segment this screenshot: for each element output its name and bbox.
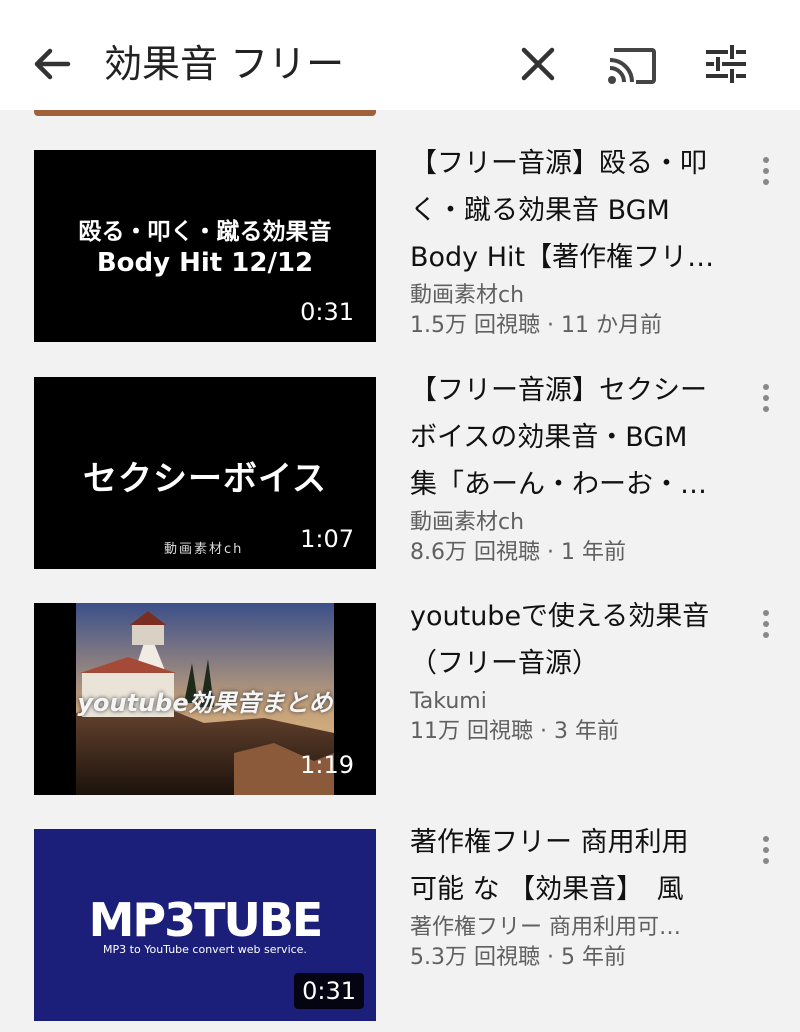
video-title[interactable]: Body Hit【著作権フリ… — [410, 234, 740, 281]
thumbnail-brand: 動画素材ch — [164, 542, 244, 557]
channel-name: 動画素材ch — [410, 510, 525, 535]
video-stats: 8.6万 回視聴 · 1 年前 — [410, 540, 626, 565]
more-options-icon[interactable] — [756, 607, 776, 643]
thumbnail-text: Body Hit 12/12 — [96, 248, 314, 278]
video-title[interactable]: （フリー音源） — [410, 640, 740, 687]
video-title[interactable]: 【フリー音源】セクシー — [410, 367, 740, 414]
video-stats: 1.5万 回視聴 · 11 か月前 — [410, 313, 662, 338]
video-title[interactable]: 【フリー音源】殴る・叩 — [410, 140, 740, 187]
thumbnail-logo-text: MP3TUBE — [88, 893, 324, 947]
video-result[interactable]: 殴る・叩く・蹴る効果音 Body Hit 12/12 0:31 【フリー音源】殴… — [0, 148, 800, 346]
channel-name: 著作権フリー 商用利用可… — [410, 915, 681, 940]
channel-name: 動画素材ch — [410, 283, 525, 308]
duration-badge: 0:31 — [300, 298, 354, 326]
duration-badge: 1:19 — [300, 751, 354, 779]
video-thumbnail[interactable]: セクシーボイス 動画素材ch 1:07 — [34, 377, 376, 569]
arrow-left-icon[interactable] — [28, 40, 76, 88]
video-stats: 11万 回視聴 · 3 年前 — [410, 719, 619, 744]
thumbnail-tagline: MP3 to YouTube convert web service. — [103, 943, 307, 956]
video-title[interactable]: 可能 な 【効果音】 風 — [410, 866, 740, 913]
filter-sliders-icon[interactable] — [702, 42, 750, 86]
video-result[interactable]: youtube効果音まとめ 1:19 youtubeで使える効果音 （フリー音源… — [0, 601, 800, 799]
video-title[interactable]: ボイスの効果音・BGM — [410, 414, 740, 461]
thumbnail-text: セクシーボイス — [83, 459, 327, 499]
thumbnail-text: youtube効果音まとめ — [77, 689, 333, 717]
video-result[interactable]: MP3TUBE MP3 to YouTube convert web servi… — [0, 827, 800, 1025]
thumbnail-text: 殴る・叩く・蹴る効果音 — [78, 219, 332, 245]
video-title[interactable]: 集「あーん・わーお・… — [410, 461, 740, 508]
video-title[interactable]: く・蹴る効果音 BGM — [410, 187, 740, 234]
video-result[interactable]: セクシーボイス 動画素材ch 1:07 【フリー音源】セクシー ボイスの効果音・… — [0, 375, 800, 573]
more-options-icon[interactable] — [756, 154, 776, 190]
more-options-icon[interactable] — [756, 833, 776, 869]
search-query[interactable]: 効果音 フリー — [104, 36, 344, 92]
video-thumbnail[interactable]: 殴る・叩く・蹴る効果音 Body Hit 12/12 0:31 — [34, 150, 376, 342]
cast-icon[interactable] — [606, 44, 658, 86]
channel-name: Takumi — [410, 689, 487, 714]
video-title[interactable]: 著作権フリー 商用利用 — [410, 819, 740, 866]
more-options-icon[interactable] — [756, 381, 776, 417]
video-stats: 5.3万 回視聴 · 5 年前 — [410, 945, 626, 970]
search-header: 効果音 フリー — [0, 0, 800, 110]
duration-badge: 1:07 — [300, 525, 354, 553]
close-icon[interactable] — [516, 42, 560, 86]
video-thumbnail[interactable]: youtube効果音まとめ 1:19 — [34, 603, 376, 795]
previous-thumbnail-edge — [34, 110, 376, 116]
duration-badge: 0:31 — [294, 973, 364, 1009]
video-thumbnail[interactable]: MP3TUBE MP3 to YouTube convert web servi… — [34, 829, 376, 1021]
video-title[interactable]: youtubeで使える効果音 — [410, 593, 740, 640]
